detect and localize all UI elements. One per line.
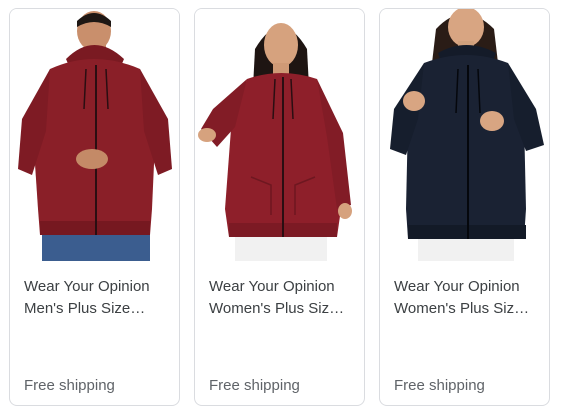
product-card[interactable]: Wear Your Opinion Women's Plus Siz… Free… <box>194 8 365 406</box>
mens-maroon-zip-hoodie-image <box>18 11 172 261</box>
product-title[interactable]: Wear Your Opinion Women's Plus Siz… <box>394 276 539 320</box>
product-image[interactable] <box>195 9 364 261</box>
product-card[interactable]: Wear Your Opinion Women's Plus Siz… Free… <box>379 8 550 406</box>
product-grid: Wear Your Opinion Men's Plus Size… Free … <box>0 0 562 418</box>
product-title[interactable]: Wear Your Opinion Women's Plus Siz… <box>209 276 354 320</box>
product-card[interactable]: Wear Your Opinion Men's Plus Size… Free … <box>9 8 180 406</box>
product-title-line2: Men's Plus Size… <box>24 300 146 317</box>
shipping-info: Free shipping <box>24 377 115 394</box>
product-title-line1: Wear Your Opinion <box>209 278 335 295</box>
womens-maroon-zip-hoodie-image <box>198 23 352 261</box>
product-title-line1: Wear Your Opinion <box>24 278 150 295</box>
product-image[interactable] <box>10 9 179 261</box>
shipping-info: Free shipping <box>394 377 485 394</box>
product-title-line1: Wear Your Opinion <box>394 278 520 295</box>
product-title-line2: Women's Plus Siz… <box>394 300 530 317</box>
product-title-line2: Women's Plus Siz… <box>209 300 345 317</box>
product-image[interactable] <box>380 9 549 261</box>
shipping-info: Free shipping <box>209 377 300 394</box>
product-title[interactable]: Wear Your Opinion Men's Plus Size… <box>24 276 169 320</box>
womens-navy-zip-hoodie-image <box>390 9 544 261</box>
